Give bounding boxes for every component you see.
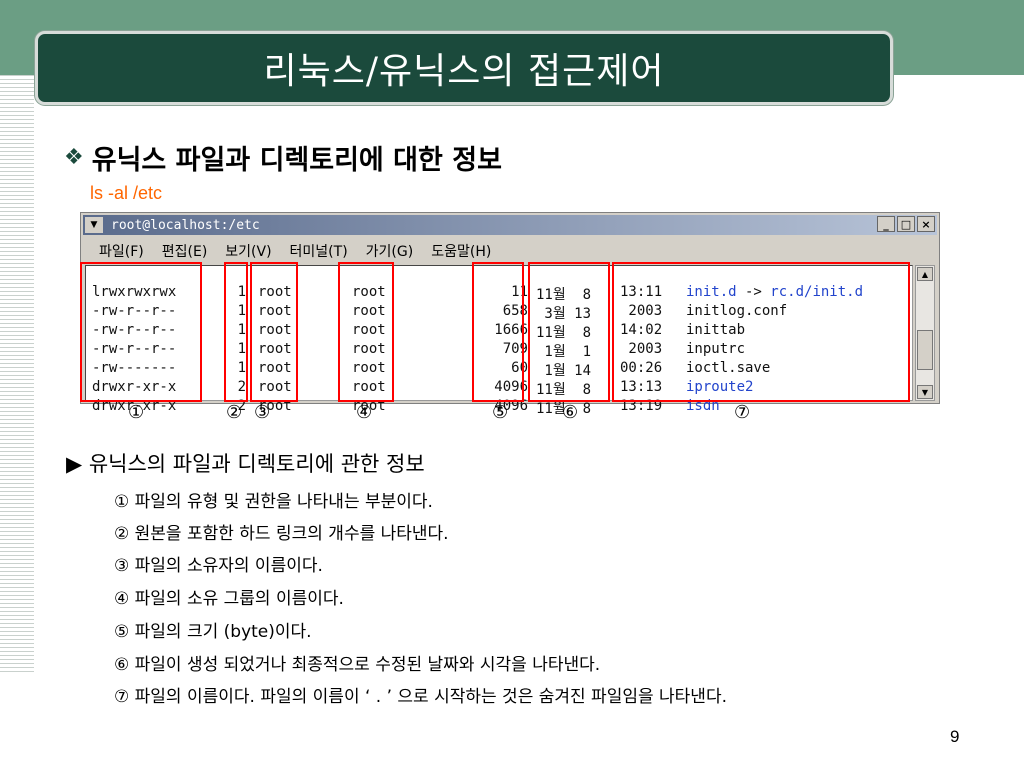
menu-help[interactable]: 도움말(H) — [431, 241, 491, 261]
marker-6: ⑥ — [562, 402, 579, 423]
diamond-bullet-icon: ❖ — [64, 145, 84, 170]
command-text: ls -al /etc — [90, 183, 163, 203]
marker-7: ⑦ — [734, 402, 751, 423]
close-icon[interactable]: × — [917, 216, 935, 232]
terminal-scrollbar[interactable]: ▲ ▼ — [915, 265, 935, 401]
explanation-item: ③ 파일의 소유자의 이름이다. — [114, 556, 323, 576]
section-heading-text: 유닉스 파일과 디렉토리에 대한 정보 — [91, 145, 502, 176]
terminal-titlebar: ▼ root@localhost:/etc _ □ × — [83, 215, 937, 235]
marker-1: ① — [128, 402, 145, 423]
menu-edit[interactable]: 편집(E) — [162, 241, 208, 261]
terminal-menubar: 파일(F) 편집(E) 보기(V) 터미널(T) 가기(G) 도움말(H) — [83, 237, 937, 265]
explanation-item: ⑤ 파일의 크기 (byte)이다. — [114, 622, 312, 642]
minimize-icon[interactable]: _ — [877, 216, 895, 232]
explanation-item: ④ 파일의 소유 그룹의 이름이다. — [114, 589, 344, 609]
menu-view[interactable]: 보기(V) — [225, 241, 271, 261]
highlight-box-3 — [250, 262, 298, 402]
slide-title: 리눅스/유닉스의 접근제어 — [263, 51, 665, 92]
title-box: 리눅스/유닉스의 접근제어 — [35, 31, 893, 105]
page-number: 9 — [950, 727, 960, 746]
highlight-box-5 — [472, 262, 524, 402]
explanation-heading: ▶ 유닉스의 파일과 디렉토리에 관한 정보 — [66, 452, 425, 476]
menu-file[interactable]: 파일(F) — [99, 241, 144, 261]
maximize-icon[interactable]: □ — [897, 216, 915, 232]
window-menu-icon[interactable]: ▼ — [85, 217, 103, 233]
highlight-box-4 — [338, 262, 394, 402]
marker-3: ③ — [254, 402, 271, 423]
scroll-up-icon[interactable]: ▲ — [917, 267, 933, 281]
highlight-box-7 — [612, 262, 910, 402]
highlight-box-2 — [224, 262, 248, 402]
marker-2: ② — [226, 402, 243, 423]
section-heading: ❖ 유닉스 파일과 디렉토리에 대한 정보 — [64, 138, 502, 177]
menu-terminal[interactable]: 터미널(T) — [290, 241, 348, 261]
explanation-item: ① 파일의 유형 및 권한을 나타내는 부분이다. — [114, 492, 433, 512]
side-stripes — [0, 75, 34, 675]
scroll-thumb[interactable] — [917, 330, 933, 370]
explanation-item: ⑦ 파일의 이름이다. 파일의 이름이 ‘ . ’ 으로 시작하는 것은 숨겨진… — [114, 687, 727, 707]
highlight-box-6 — [528, 262, 610, 402]
explanation-item: ⑥ 파일이 생성 되었거나 최종적으로 수정된 날짜와 시각을 나타낸다. — [114, 655, 601, 675]
explanation-item: ② 원본을 포함한 하드 링크의 개수를 나타낸다. — [114, 524, 449, 544]
terminal-title: root@localhost:/etc — [111, 217, 260, 233]
menu-go[interactable]: 가기(G) — [366, 241, 414, 261]
scroll-down-icon[interactable]: ▼ — [917, 385, 933, 399]
marker-5: ⑤ — [492, 402, 509, 423]
highlight-box-1 — [80, 262, 202, 402]
marker-4: ④ — [356, 402, 373, 423]
